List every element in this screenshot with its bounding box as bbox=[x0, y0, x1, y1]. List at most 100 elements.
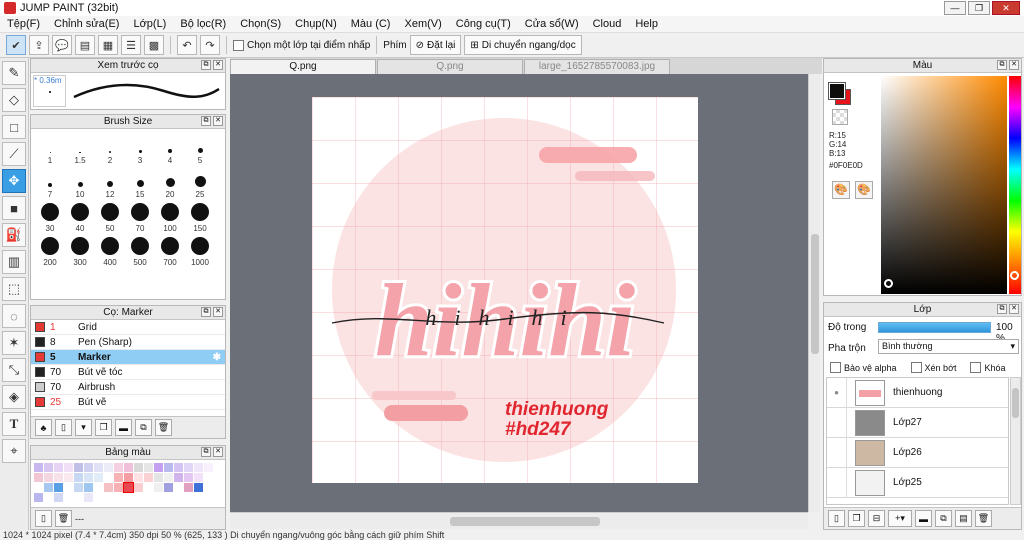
layer-visibility-icon[interactable] bbox=[827, 407, 847, 438]
palette-swatch[interactable] bbox=[124, 463, 133, 472]
palette-swatch[interactable] bbox=[124, 473, 133, 482]
canvas-area[interactable]: hihihi hihihi thienhuong #hd247 bbox=[230, 74, 808, 512]
panel-float-icon[interactable]: ⧉ bbox=[201, 60, 211, 70]
brush-list-item[interactable]: 70 Bút vẽ tóc bbox=[31, 365, 225, 380]
line-tool-icon[interactable]: ⟋ bbox=[2, 142, 26, 166]
palette-swatch[interactable] bbox=[44, 463, 53, 472]
brush-tool-icon[interactable]: ✎ bbox=[2, 61, 26, 85]
comment-icon[interactable]: 💬 bbox=[52, 35, 72, 55]
canvas-vertical-scrollbar[interactable] bbox=[808, 74, 820, 512]
palette-swatch[interactable] bbox=[184, 473, 193, 482]
palette-swatch[interactable] bbox=[144, 473, 153, 482]
panel-close-icon[interactable]: ✕ bbox=[1009, 304, 1019, 314]
select-eraser-tool-icon[interactable]: ◈ bbox=[2, 385, 26, 409]
brush-size-option[interactable]: 3 bbox=[125, 131, 155, 165]
eraser-tool-icon[interactable]: ◇ bbox=[2, 88, 26, 112]
brush-size-option[interactable]: 5 bbox=[185, 131, 215, 165]
panel-close-icon[interactable]: ✕ bbox=[1009, 60, 1019, 70]
palette-swatch[interactable] bbox=[44, 483, 53, 492]
panel-float-icon[interactable]: ⧉ bbox=[201, 116, 211, 126]
brush-size-option[interactable]: 1 bbox=[35, 131, 65, 165]
list-icon[interactable]: ☰ bbox=[121, 35, 141, 55]
layer-copy-icon[interactable]: ❐ bbox=[848, 510, 865, 527]
export-icon[interactable]: ⇪ bbox=[29, 35, 49, 55]
palette-swatch[interactable] bbox=[184, 493, 193, 502]
menu-help[interactable]: Help bbox=[628, 18, 665, 30]
brush-duplicate-icon[interactable]: ⧉ bbox=[135, 419, 152, 436]
panel-float-icon[interactable]: ⧉ bbox=[997, 60, 1007, 70]
palette-swatch[interactable] bbox=[84, 493, 93, 502]
palette-swatch[interactable] bbox=[194, 483, 203, 492]
opacity-slider[interactable] bbox=[878, 322, 991, 333]
magic-wand-tool-icon[interactable]: ✶ bbox=[2, 331, 26, 355]
palette-swatch[interactable] bbox=[54, 463, 63, 472]
palette-swatch[interactable] bbox=[34, 473, 43, 482]
palette-swatch[interactable] bbox=[34, 493, 43, 502]
palette-swatch[interactable] bbox=[204, 493, 213, 502]
palette-swatch[interactable] bbox=[194, 473, 203, 482]
gradient-tool-icon[interactable]: ▥ bbox=[2, 250, 26, 274]
palette-swatch[interactable] bbox=[134, 483, 143, 492]
menu-cloud[interactable]: Cloud bbox=[586, 18, 629, 30]
palette-swatch[interactable] bbox=[104, 483, 113, 492]
palette-swatch[interactable] bbox=[144, 463, 153, 472]
palette-swatch[interactable] bbox=[94, 493, 103, 502]
layer-row[interactable]: ● thienhuong bbox=[827, 378, 1008, 408]
brush-size-option[interactable]: 200 bbox=[35, 233, 65, 267]
new-brush-icon[interactable]: ▯ bbox=[55, 419, 72, 436]
clip-checkbox[interactable]: Xén bớt bbox=[910, 362, 956, 373]
palette-swatch[interactable] bbox=[124, 493, 133, 502]
protect-alpha-checkbox[interactable]: Bảo vệ alpha bbox=[830, 362, 897, 373]
document-icon[interactable]: ▦ bbox=[98, 35, 118, 55]
minimize-button[interactable]: — bbox=[944, 1, 966, 15]
reset-button[interactable]: ⊘ Đặt lại bbox=[409, 35, 462, 55]
brush-size-option[interactable]: 7 bbox=[35, 165, 65, 199]
palette-swatch[interactable] bbox=[84, 463, 93, 472]
brush-list-item[interactable]: 8 Pen (Sharp) bbox=[31, 335, 225, 350]
menu-window[interactable]: Cửa sổ(W) bbox=[518, 18, 586, 30]
transparent-color-swatch[interactable] bbox=[832, 109, 848, 125]
panel-float-icon[interactable]: ⧉ bbox=[997, 304, 1007, 314]
palette-swatch[interactable] bbox=[134, 473, 143, 482]
palette-swatch[interactable] bbox=[104, 493, 113, 502]
palette-swatch[interactable] bbox=[144, 483, 153, 492]
layer-row[interactable]: Lớp25 bbox=[827, 467, 1008, 498]
brush-list-item[interactable]: 1 Grid bbox=[31, 320, 225, 335]
palette-swatch[interactable] bbox=[114, 493, 123, 502]
brush-size-option[interactable]: 30 bbox=[35, 199, 65, 233]
move-mode-button[interactable]: ⊞ Di chuyển ngang/dọc bbox=[464, 35, 582, 55]
move-tool-icon[interactable]: ✥ bbox=[2, 169, 26, 193]
palette-delete-icon[interactable]: 🗑 bbox=[55, 510, 72, 527]
layer-add-menu-icon[interactable]: +▾ bbox=[888, 510, 912, 527]
lock-checkbox[interactable]: Khóa bbox=[970, 362, 1006, 373]
palette-swatch[interactable] bbox=[164, 493, 173, 502]
layer-visibility-icon[interactable]: ● bbox=[827, 378, 847, 408]
layer-row[interactable]: Lớp27 bbox=[827, 407, 1008, 438]
brush-size-option[interactable]: 2 bbox=[95, 131, 125, 165]
brush-size-option[interactable]: 4 bbox=[155, 131, 185, 165]
palette-swatch[interactable] bbox=[94, 483, 103, 492]
rectangle-tool-icon[interactable]: □ bbox=[2, 115, 26, 139]
menu-tools[interactable]: Công cụ(T) bbox=[449, 18, 518, 30]
brush-menu-icon[interactable]: ▾ bbox=[75, 419, 92, 436]
panel-float-icon[interactable]: ⧉ bbox=[201, 307, 211, 317]
panel-close-icon[interactable]: ✕ bbox=[213, 116, 223, 126]
palette-swatch[interactable] bbox=[204, 463, 213, 472]
menu-filter[interactable]: Bộ lọc(R) bbox=[173, 18, 233, 30]
palette-swatch[interactable] bbox=[114, 483, 123, 492]
rect-select-tool-icon[interactable]: ⬚ bbox=[2, 277, 26, 301]
new-layer-icon[interactable]: ▯ bbox=[828, 510, 845, 527]
palette-swatch[interactable] bbox=[154, 463, 163, 472]
text-tool-icon[interactable]: T bbox=[2, 412, 26, 436]
palette-settings-icon[interactable]: 🎨 bbox=[855, 181, 873, 199]
palette-swatch[interactable] bbox=[44, 473, 53, 482]
panel-close-icon[interactable]: ✕ bbox=[213, 307, 223, 317]
palette-swatch[interactable] bbox=[204, 473, 213, 482]
fill-rect-tool-icon[interactable]: ■ bbox=[2, 196, 26, 220]
palette-swatch[interactable] bbox=[74, 483, 83, 492]
layer-list-scrollbar[interactable] bbox=[1010, 377, 1021, 505]
brush-delete-icon[interactable]: 🗑 bbox=[155, 419, 172, 436]
brush-size-option[interactable]: 100 bbox=[155, 199, 185, 233]
brush-size-option[interactable]: 40 bbox=[65, 199, 95, 233]
canvas-horizontal-scrollbar[interactable] bbox=[230, 512, 808, 529]
